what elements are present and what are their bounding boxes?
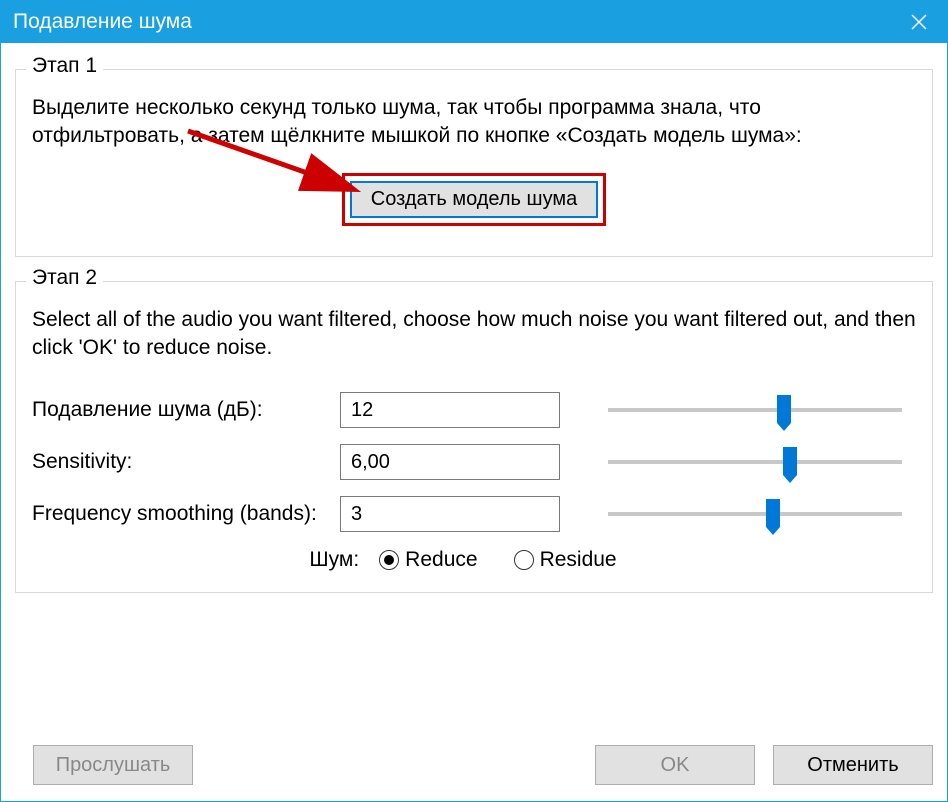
radio-residue[interactable]: Residue [514,548,617,572]
titlebar: Подавление шума [1,1,947,43]
preview-button[interactable]: Прослушать [33,745,193,785]
close-icon [911,14,927,30]
cancel-button[interactable]: Отменить [773,745,933,785]
get-noise-profile-button[interactable]: Создать модель шума [350,181,598,218]
ok-button[interactable]: OK [595,745,755,785]
highlight-box: Создать модель шума [342,173,606,226]
reduction-label: Подавление шума (дБ): [32,398,332,422]
noise-radio-row: Шум: Reduce Residue [32,548,916,572]
reduction-slider[interactable] [608,393,902,427]
param-row-reduction: Подавление шума (дБ): [32,392,916,428]
step1-button-row: Создать модель шума [32,165,916,230]
step2-group: Этап 2 Select all of the audio you want … [15,281,933,594]
radio-icon [514,550,534,570]
noise-label: Шум: [309,548,359,572]
radio-reduce-label: Reduce [405,548,477,572]
step1-instruction: Выделите несколько секунд только шума, т… [32,94,916,151]
radio-reduce[interactable]: Reduce [379,548,477,572]
sensitivity-input[interactable] [340,444,560,480]
radio-icon [379,550,399,570]
radio-residue-label: Residue [540,548,617,572]
slider-thumb[interactable] [783,447,797,475]
slider-track [608,460,902,464]
smoothing-slider[interactable] [608,497,902,531]
step2-legend: Этап 2 [26,266,103,290]
smoothing-label: Frequency smoothing (bands): [32,502,332,526]
param-row-sensitivity: Sensitivity: [32,444,916,480]
sensitivity-label: Sensitivity: [32,450,332,474]
dialog-content: Этап 1 Выделите несколько секунд только … [1,43,947,607]
step1-legend: Этап 1 [26,54,103,78]
slider-thumb[interactable] [777,395,791,423]
param-row-smoothing: Frequency smoothing (bands): [32,496,916,532]
close-button[interactable] [891,1,947,43]
slider-track [608,512,902,516]
step2-instruction: Select all of the audio you want filtere… [32,306,916,363]
window-title: Подавление шума [13,10,192,34]
slider-track [608,408,902,412]
dialog-button-row: Прослушать OK Отменить [15,745,933,785]
dialog-window: Подавление шума Этап 1 Выделите нескольк… [0,0,948,802]
reduction-input[interactable] [340,392,560,428]
step1-group: Этап 1 Выделите несколько секунд только … [15,69,933,257]
slider-thumb[interactable] [766,499,780,527]
smoothing-input[interactable] [340,496,560,532]
sensitivity-slider[interactable] [608,445,902,479]
